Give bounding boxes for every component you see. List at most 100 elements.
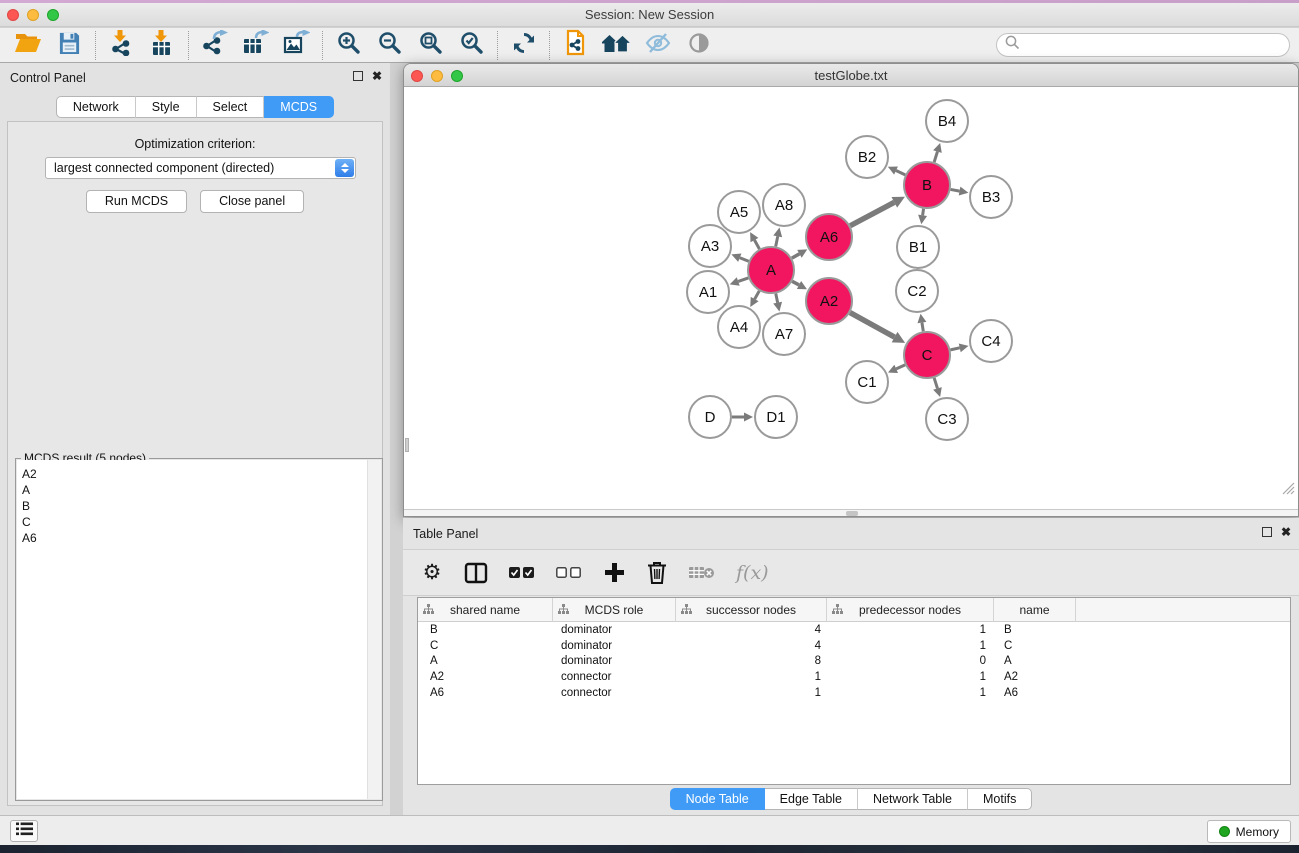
split-view-icon[interactable]	[464, 560, 488, 586]
resize-grip-icon[interactable]	[1282, 482, 1295, 500]
graph-edge-A-A6[interactable]	[792, 254, 800, 258]
float-table-panel-icon[interactable]	[1262, 527, 1272, 537]
function-builder-icon[interactable]: f(x)	[736, 560, 769, 586]
column-header-MCDS-role[interactable]: MCDS role	[553, 598, 676, 622]
table-tab-node-table[interactable]: Node Table	[670, 788, 765, 810]
table-cell[interactable]: 4	[676, 638, 827, 654]
table-row-C[interactable]: Cdominator41C	[418, 638, 1290, 654]
table-cell[interactable]: A	[994, 653, 1076, 669]
search-box[interactable]	[996, 33, 1290, 57]
show-graphics-details-button[interactable]	[678, 29, 719, 62]
table-cell[interactable]: A2	[418, 669, 553, 685]
table-cell[interactable]: 1	[827, 669, 994, 685]
table-cell[interactable]: connector	[553, 685, 676, 701]
table-cell[interactable]: 0	[827, 653, 994, 669]
table-cell[interactable]: dominator	[553, 622, 676, 638]
horizontal-scrollbar[interactable]	[404, 509, 1298, 516]
table-cell[interactable]: 1	[827, 638, 994, 654]
table-cell[interactable]: A6	[994, 685, 1076, 701]
deselect-all-columns-icon[interactable]	[556, 560, 582, 586]
mcds-result-item[interactable]: A2	[22, 466, 381, 482]
table-row-A[interactable]: Adominator80A	[418, 653, 1290, 669]
criterion-select[interactable]: largest connected component (directed)	[45, 157, 356, 179]
refresh-button[interactable]	[503, 29, 544, 62]
graph-edge-A-A2[interactable]	[792, 281, 799, 285]
table-cell[interactable]: A	[418, 653, 553, 669]
table-cell[interactable]: C	[418, 638, 553, 654]
table-cell[interactable]: 1	[827, 622, 994, 638]
close-table-panel-icon[interactable]: ✖	[1281, 527, 1291, 537]
column-header-name[interactable]: name	[994, 598, 1076, 622]
graph-edge-C-C4[interactable]	[950, 348, 959, 350]
graph-edge-B-B2[interactable]	[896, 171, 905, 175]
table-row-A2[interactable]: A2connector11A2	[418, 669, 1290, 685]
float-panel-icon[interactable]	[353, 71, 363, 81]
horizontal-scrollbar-thumb[interactable]	[846, 511, 858, 516]
table-cell[interactable]: A6	[418, 685, 553, 701]
graph-edge-A-A8[interactable]	[776, 236, 778, 246]
graph-edge-C-C3[interactable]	[934, 378, 937, 389]
graph-edge-A-A5[interactable]	[754, 240, 759, 249]
table-cell[interactable]: dominator	[553, 638, 676, 654]
save-session-button[interactable]	[49, 29, 90, 62]
graph-edge-B-B1[interactable]	[923, 209, 924, 216]
mcds-result-item[interactable]: C	[22, 514, 381, 530]
graph-edge-A-A3[interactable]	[740, 258, 749, 261]
graph-edge-A-A7[interactable]	[776, 294, 778, 303]
tab-mcds[interactable]: MCDS	[264, 96, 334, 118]
mcds-result-item[interactable]: A	[22, 482, 381, 498]
column-header-shared-name[interactable]: shared name	[418, 598, 553, 622]
graph-edge-C-C1[interactable]	[896, 365, 905, 369]
export-network-button[interactable]	[194, 29, 235, 62]
column-header-successor-nodes[interactable]: successor nodes	[676, 598, 827, 622]
table-cell[interactable]: dominator	[553, 653, 676, 669]
tab-style[interactable]: Style	[136, 96, 197, 118]
graph-edge-A6-B[interactable]	[850, 202, 894, 225]
import-network-button[interactable]	[101, 29, 142, 62]
run-mcds-button[interactable]: Run MCDS	[86, 190, 187, 213]
table-cell[interactable]: 1	[827, 685, 994, 701]
table-cell[interactable]: 1	[676, 669, 827, 685]
graph-edge-A2-C[interactable]	[850, 313, 895, 338]
select-all-columns-icon[interactable]	[509, 560, 535, 586]
open-session-button[interactable]	[8, 29, 49, 62]
add-column-icon[interactable]	[603, 560, 625, 586]
zoom-selected-button[interactable]	[451, 29, 492, 62]
mcds-result-item[interactable]: B	[22, 498, 381, 514]
table-row-A6[interactable]: A6connector11A6	[418, 685, 1290, 701]
clone-network-button[interactable]	[555, 29, 596, 62]
table-cell[interactable]: B	[418, 622, 553, 638]
zoom-fit-button[interactable]	[410, 29, 451, 62]
close-panel-button[interactable]: Close panel	[200, 190, 304, 213]
table-cell[interactable]: A2	[994, 669, 1076, 685]
column-header-predecessor-nodes[interactable]: predecessor nodes	[827, 598, 994, 622]
task-history-button[interactable]	[10, 820, 38, 842]
memory-button[interactable]: Memory	[1207, 820, 1291, 843]
table-row-B[interactable]: Bdominator41B	[418, 622, 1290, 638]
graph-edge-A-A1[interactable]	[738, 278, 748, 282]
tab-select[interactable]: Select	[197, 96, 265, 118]
graph-edge-B-B3[interactable]	[951, 189, 960, 191]
table-cell[interactable]: connector	[553, 669, 676, 685]
table-cell[interactable]: C	[994, 638, 1076, 654]
network-canvas[interactable]: B4B2BB3A8A5A6A3B1AC2A1A2A4A7C4CC1DD1C3	[404, 87, 1298, 509]
delete-column-icon[interactable]	[646, 560, 668, 586]
delete-table-icon[interactable]	[689, 560, 715, 586]
export-table-button[interactable]	[235, 29, 276, 62]
search-input[interactable]	[1025, 36, 1289, 54]
table-settings-icon[interactable]: ⚙	[421, 560, 443, 586]
graph-edge-C-C2[interactable]	[922, 323, 923, 332]
table-tab-edge-table[interactable]: Edge Table	[765, 788, 858, 810]
graph-edge-A-A4[interactable]	[755, 291, 760, 299]
table-tab-network-table[interactable]: Network Table	[858, 788, 968, 810]
table-cell[interactable]: 1	[676, 685, 827, 701]
import-table-button[interactable]	[142, 29, 183, 62]
graph-edge-B-B4[interactable]	[934, 152, 937, 163]
export-image-button[interactable]	[276, 29, 317, 62]
table-cell[interactable]: B	[994, 622, 1076, 638]
show-all-networks-button[interactable]	[596, 29, 637, 62]
vertical-scrollbar-thumb[interactable]	[405, 438, 409, 452]
zoom-in-button[interactable]	[328, 29, 369, 62]
result-list-scrollbar[interactable]	[367, 460, 381, 799]
tab-network[interactable]: Network	[56, 96, 136, 118]
